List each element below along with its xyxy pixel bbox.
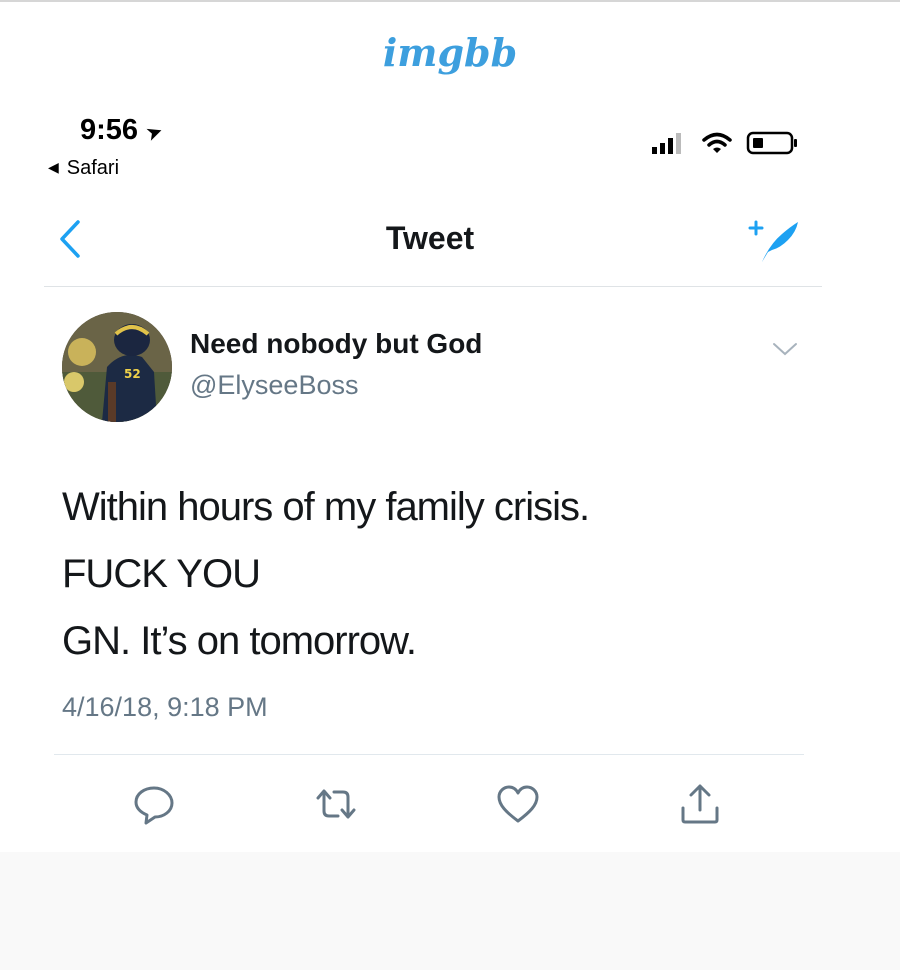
back-app-label: Safari: [66, 157, 120, 179]
heart-icon[interactable]: [494, 780, 542, 828]
watermark-logo: imgbb: [382, 30, 518, 75]
avatar[interactable]: 52: [62, 312, 172, 422]
avatar-photo: 52: [62, 312, 172, 422]
tweet-line: GN. It’s on tomorrow.: [62, 619, 417, 663]
screenshot-frame: imgbb 9:56 ➤ ◀ Safari Tweet 52 Need nobo…: [0, 0, 900, 970]
page-title: Tweet: [385, 220, 475, 256]
nav-divider: [44, 286, 822, 287]
retweet-icon[interactable]: [312, 780, 360, 828]
chevron-down-icon[interactable]: [770, 334, 800, 364]
tweet-line: Within hours of my family crisis.: [62, 485, 590, 529]
lower-background: [0, 852, 900, 970]
back-to-app-link[interactable]: ◀ Safari: [48, 157, 119, 180]
tweet-timestamp: 4/16/18, 9:18 PM: [62, 692, 268, 722]
share-icon[interactable]: [676, 780, 724, 828]
reply-icon[interactable]: [130, 780, 178, 828]
status-time: 9:56 ➤: [80, 114, 167, 147]
actions-divider: [54, 754, 804, 755]
status-indicators: [652, 130, 800, 156]
compose-tweet-icon[interactable]: [744, 210, 804, 270]
battery-icon: [746, 131, 797, 155]
tweet-text: Within hours of my family crisis. FUCK Y…: [62, 474, 822, 675]
location-arrow-icon: ➤: [142, 119, 167, 147]
tweet-line: FUCK YOU: [62, 552, 261, 596]
author-handle[interactable]: @ElyseeBoss: [190, 370, 358, 401]
wifi-icon: [702, 132, 732, 153]
status-time-text: 9:56: [80, 114, 139, 146]
author-name[interactable]: Need nobody but God: [190, 328, 482, 360]
svg-text:52: 52: [124, 367, 141, 381]
back-triangle-icon: ◀: [48, 159, 59, 175]
signal-icon: [652, 133, 681, 154]
